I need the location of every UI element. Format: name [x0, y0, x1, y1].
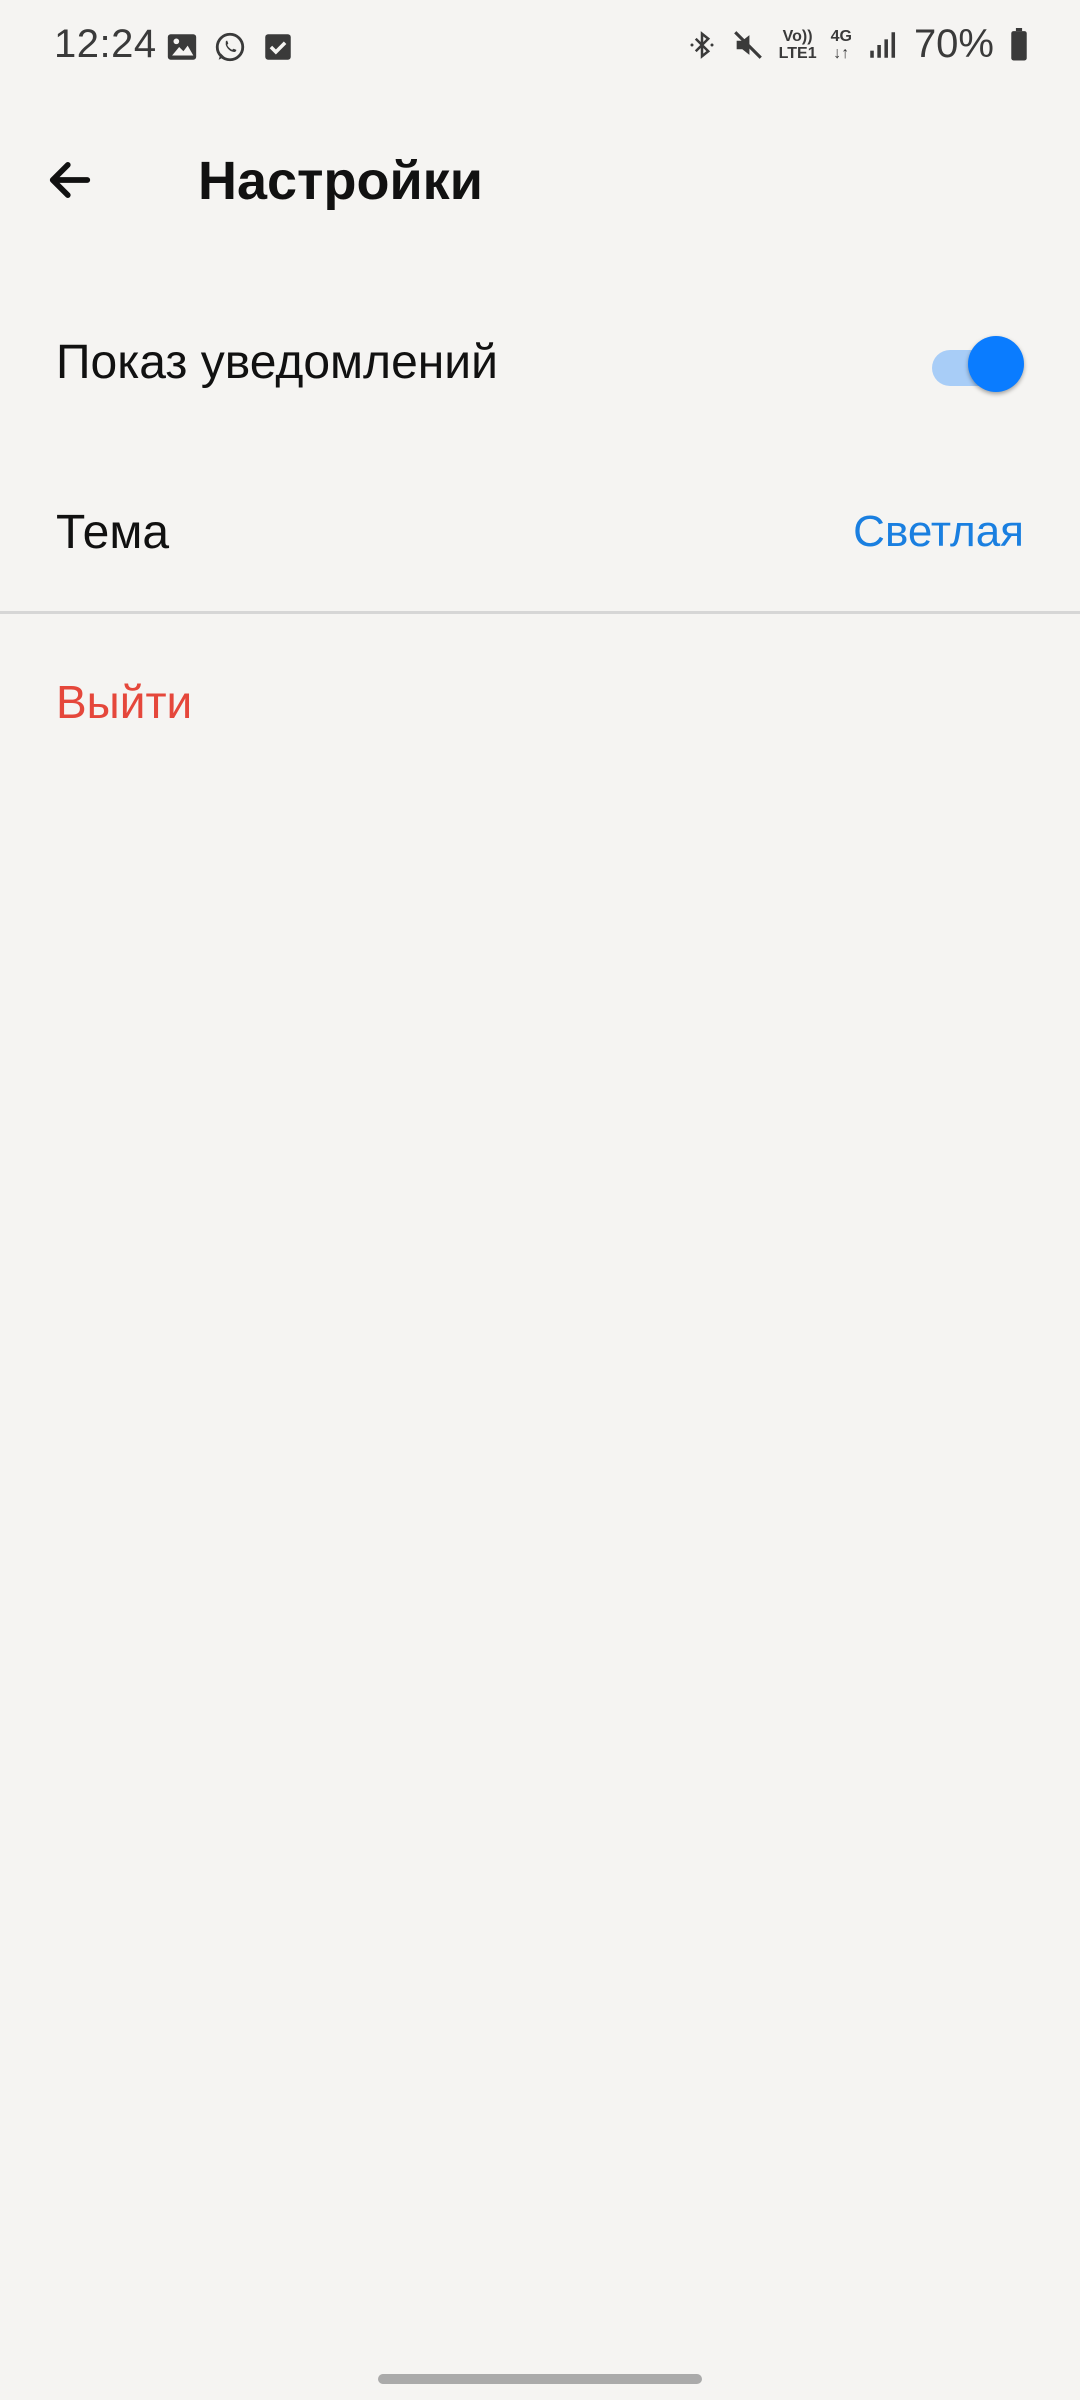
divider [0, 611, 1080, 614]
whatsapp-icon [215, 32, 245, 62]
page-title: Настройки [198, 151, 483, 211]
notification-icons [165, 30, 295, 64]
logout-button[interactable]: Выйти [56, 675, 192, 729]
notifications-label: Показ уведомлений [56, 335, 498, 389]
toggle-thumb [968, 336, 1024, 392]
battery-percent: 70% [913, 22, 994, 66]
signal-icon [870, 31, 895, 58]
checkbox-icon [265, 34, 291, 60]
network-4g-icon: 4G ↓↑ [830, 27, 852, 62]
arrow-left-icon [49, 162, 91, 198]
back-button[interactable] [30, 140, 110, 220]
bluetooth-icon [690, 30, 714, 59]
status-bar: 12:24 Vo)) LTE1 4G ↓↑ 70% [0, 0, 1080, 96]
logout-row[interactable]: Выйти [0, 654, 1080, 750]
system-icons: Vo)) LTE1 4G ↓↑ 70% [687, 22, 1030, 67]
settings-screen: 12:24 Vo)) LTE1 4G ↓↑ 70% Настройки Пока… [0, 0, 1080, 2400]
notifications-toggle[interactable] [928, 332, 1024, 392]
theme-label: Тема [56, 505, 170, 559]
notifications-setting-row[interactable]: Показ уведомлений [0, 300, 1080, 424]
theme-value[interactable]: Светлая [853, 507, 1024, 557]
gallery-icon [167, 34, 197, 60]
status-time: 12:24 [54, 22, 157, 66]
home-indicator[interactable] [378, 2374, 702, 2384]
app-bar: Настройки [0, 120, 1080, 240]
battery-icon [1011, 27, 1027, 60]
mute-icon [733, 30, 762, 59]
volte-icon: Vo)) LTE1 [778, 27, 817, 62]
theme-setting-row[interactable]: Тема Светлая [0, 470, 1080, 594]
